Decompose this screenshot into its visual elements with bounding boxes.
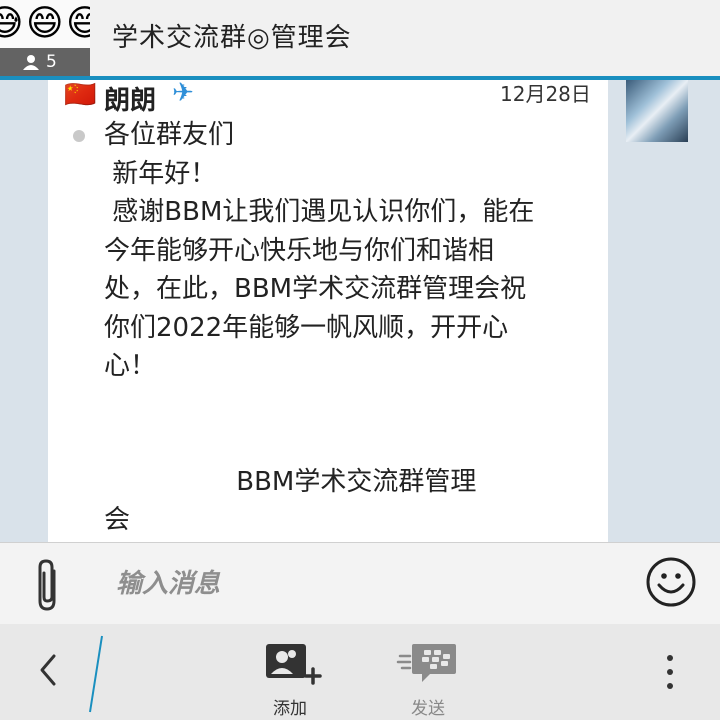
group-avatar[interactable]: 😅 😄 😅 5: [0, 0, 90, 76]
paperclip-icon[interactable]: [30, 557, 66, 613]
bbm-send-icon: [396, 644, 456, 682]
add-contact-button[interactable]: 添加: [250, 638, 330, 719]
person-icon: [23, 55, 39, 70]
china-flag-icon: 🇨🇳: [64, 80, 97, 110]
contact-avatar[interactable]: [626, 80, 688, 142]
add-label: 添加: [273, 699, 307, 719]
sender-name[interactable]: 朗朗: [104, 80, 156, 117]
chat-header: 😅 😄 😅 5 学术交流群◎管理会: [0, 0, 720, 80]
member-count-badge: 5: [0, 48, 90, 76]
add-person-icon: [266, 644, 322, 685]
send-label: 发送: [411, 699, 445, 719]
group-title[interactable]: 学术交流群◎管理会: [112, 0, 352, 76]
airplane-icon: ✈: [172, 78, 194, 108]
divider-slash: [89, 635, 103, 713]
member-count: 5: [46, 52, 57, 72]
message-composer: 输入消息: [0, 542, 720, 625]
more-options-icon[interactable]: [660, 652, 680, 692]
emoji-sweat-icon: 😅: [0, 3, 24, 44]
message-text: 各位群友们 新年好！ 感谢BBM让我们遇见认识你们，能在 今年能够开心快乐地与你…: [104, 120, 535, 535]
emoji-grin-icon: 😄: [26, 3, 64, 44]
message-timestamp: 12月28日: [500, 82, 591, 106]
back-arrow-icon[interactable]: [34, 650, 62, 690]
emoticon-icon[interactable]: [646, 557, 696, 607]
send-button[interactable]: 发送: [388, 638, 468, 719]
emoji-sweat-icon: 😅: [66, 3, 90, 44]
message-input[interactable]: 输入消息: [116, 543, 220, 625]
bottom-action-bar: 添加 发送: [0, 624, 720, 720]
read-status-dot: [73, 130, 85, 142]
